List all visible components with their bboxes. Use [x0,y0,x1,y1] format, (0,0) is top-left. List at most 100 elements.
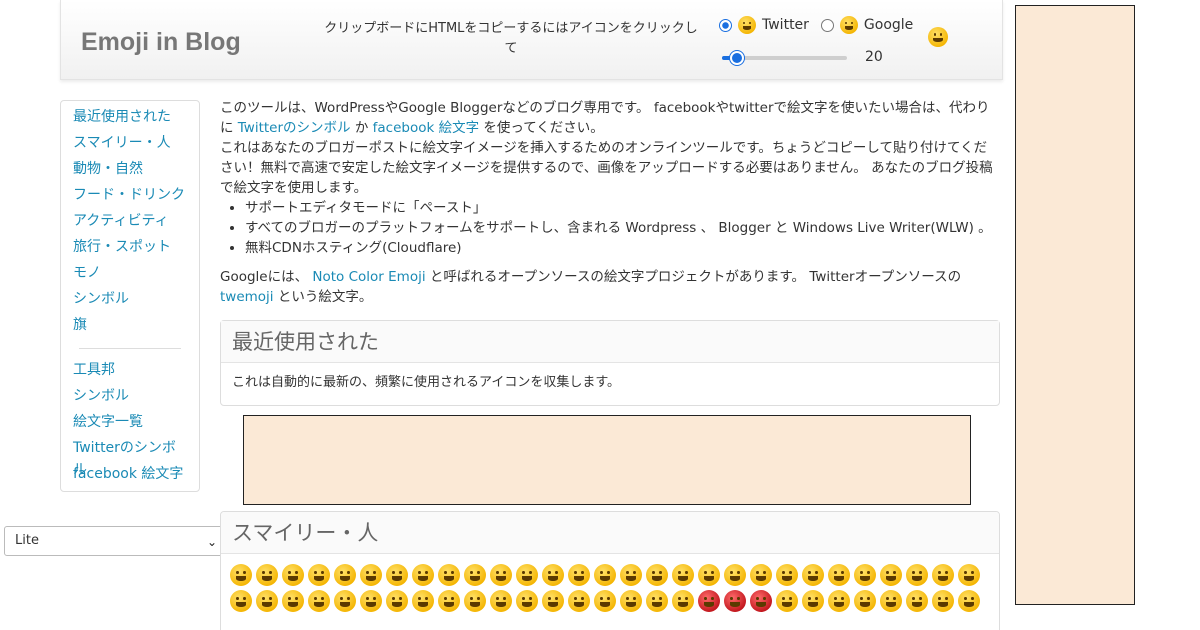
confused-icon[interactable] [802,590,824,612]
recent-panel-title: 最近使用された [221,321,999,363]
lying-icon[interactable] [594,590,616,612]
kissing-closed-eyes-icon[interactable] [776,564,798,586]
intro-section: このツールは、WordPressやGoogle Bloggerなどのブログ専用で… [220,98,1000,307]
laughing-icon[interactable] [438,564,460,586]
intro-text: Googleには、 [220,269,313,285]
intro-text: か [350,120,373,136]
sidebar-item-twitter-symbols[interactable]: Twitterのシンボル [61,437,199,478]
sidebar-item-facebook-emoji[interactable]: facebook 絵文字 [61,463,199,489]
relaxed-icon[interactable] [594,564,616,586]
twitter-smiley-icon [738,16,756,34]
weary-icon[interactable] [958,590,980,612]
mode-select[interactable]: Lite ⌄ [4,526,224,556]
raised-eyebrow-icon[interactable] [490,590,512,612]
relieved-icon[interactable] [646,564,668,586]
twemoji-link[interactable]: twemoji [220,289,274,305]
tears-of-joy-icon[interactable] [308,564,330,586]
thinking-icon[interactable] [516,590,538,612]
pensive-icon[interactable] [776,590,798,612]
heart-eyes-icon[interactable] [672,564,694,586]
sidebar-item-symbols[interactable]: シンボル [61,288,199,314]
confounded-icon[interactable] [906,590,928,612]
persevere-icon[interactable] [880,590,902,612]
intro-paragraph-1: このツールは、WordPressやGoogle Bloggerなどのブログ専用で… [220,98,1000,138]
tired-icon[interactable] [932,590,954,612]
sidebar-item-recent[interactable]: 最近使用された [61,106,199,132]
neutral-icon[interactable] [386,590,408,612]
facebook-emoji-link[interactable]: facebook 絵文字 [373,120,479,136]
kissing-smiling-eyes-icon[interactable] [750,564,772,586]
sidebar-item-activity[interactable]: アクティビティ [61,210,199,236]
shushing-icon[interactable] [542,590,564,612]
style-option-google[interactable]: Google [820,16,913,34]
google-smiley-icon [839,16,858,34]
zany-icon[interactable] [802,564,824,586]
grinning-face-icon[interactable] [230,564,252,586]
angry-icon[interactable] [698,590,720,612]
noto-emoji-link[interactable]: Noto Color Emoji [312,269,425,285]
list-item: 無料CDNホスティング(Cloudflare) [245,238,1000,258]
grinning-smiling-eyes-icon[interactable] [360,564,382,586]
pouting-icon[interactable] [724,590,746,612]
slightly-frowning-icon[interactable] [828,590,850,612]
sunglasses-icon[interactable] [932,564,954,586]
hand-over-mouth-icon[interactable] [568,590,590,612]
sidebar-item-animals[interactable]: 動物・自然 [61,158,199,184]
kissing-icon[interactable] [724,564,746,586]
chevron-down-icon: ⌄ [206,535,217,549]
flushed-icon[interactable] [620,590,642,612]
kissing-heart-icon[interactable] [698,564,720,586]
style-option-twitter[interactable]: Twitter [719,16,809,34]
stuck-out-tongue-closed-icon[interactable] [854,564,876,586]
blush-icon[interactable] [516,564,538,586]
cowboy-icon[interactable] [256,590,278,612]
innocent-icon[interactable] [464,564,486,586]
twitter-radio[interactable] [719,18,732,32]
hugging-icon[interactable] [282,590,304,612]
style-selector: Twitter Google [719,16,925,34]
twitter-symbols-link[interactable]: Twitterのシンボル [238,120,351,136]
sidebar-item-emoji-list[interactable]: 絵文字一覧 [61,411,199,437]
expressionless-icon[interactable] [412,590,434,612]
rolling-eyes-icon[interactable] [464,590,486,612]
sidebar-item-smileys[interactable]: スマイリー・人 [61,132,199,158]
google-radio[interactable] [820,18,834,32]
size-slider[interactable] [722,51,847,65]
sidebar-item-symbols-2[interactable]: シンボル [61,385,199,411]
sidebar-item-food[interactable]: フード・ドリンク [61,184,199,210]
frowning-icon[interactable] [854,590,876,612]
wink-icon[interactable] [490,564,512,586]
disappointed-icon[interactable] [646,590,668,612]
rolling-laughing-icon[interactable] [386,564,408,586]
unamused-icon[interactable] [438,590,460,612]
mode-select-value: Lite [15,533,39,548]
yum-icon[interactable] [620,564,642,586]
beaming-face-icon[interactable] [282,564,304,586]
sidebar-item-tools[interactable]: 工具邦 [61,359,199,385]
monocle-icon[interactable] [230,590,252,612]
smiley-panel: スマイリー・人 [220,511,1000,630]
smiley-panel-title: スマイリー・人 [221,512,999,554]
list-item: すべてのブロガーのプラットフォームをサポートし、含まれる Wordpress 、… [245,218,1000,238]
site-brand[interactable]: Emoji in Blog [81,28,241,57]
cursing-icon[interactable] [750,590,772,612]
slider-thumb[interactable] [730,51,744,65]
worried-icon[interactable] [672,590,694,612]
clown-icon[interactable] [308,590,330,612]
stuck-out-tongue-wink-icon[interactable] [828,564,850,586]
no-mouth-icon[interactable] [360,590,382,612]
sidebar-item-flags[interactable]: 旗 [61,314,199,340]
smirk-icon[interactable] [334,590,356,612]
slightly-smiling-icon[interactable] [542,564,564,586]
upside-down-icon[interactable] [568,564,590,586]
stuck-out-tongue-icon[interactable] [880,564,902,586]
money-mouth-icon[interactable] [906,564,928,586]
sweat-smile-icon[interactable] [412,564,434,586]
smiley-icon[interactable] [334,564,356,586]
nerd-icon[interactable] [958,564,980,586]
copy-hint: クリップボードにHTMLをコピーするにはアイコンをクリックして [324,21,698,56]
twitter-label: Twitter [762,17,809,33]
sidebar-item-objects[interactable]: モノ [61,262,199,288]
grimacing-face-icon[interactable] [256,564,278,586]
sidebar-item-travel[interactable]: 旅行・スポット [61,236,199,262]
